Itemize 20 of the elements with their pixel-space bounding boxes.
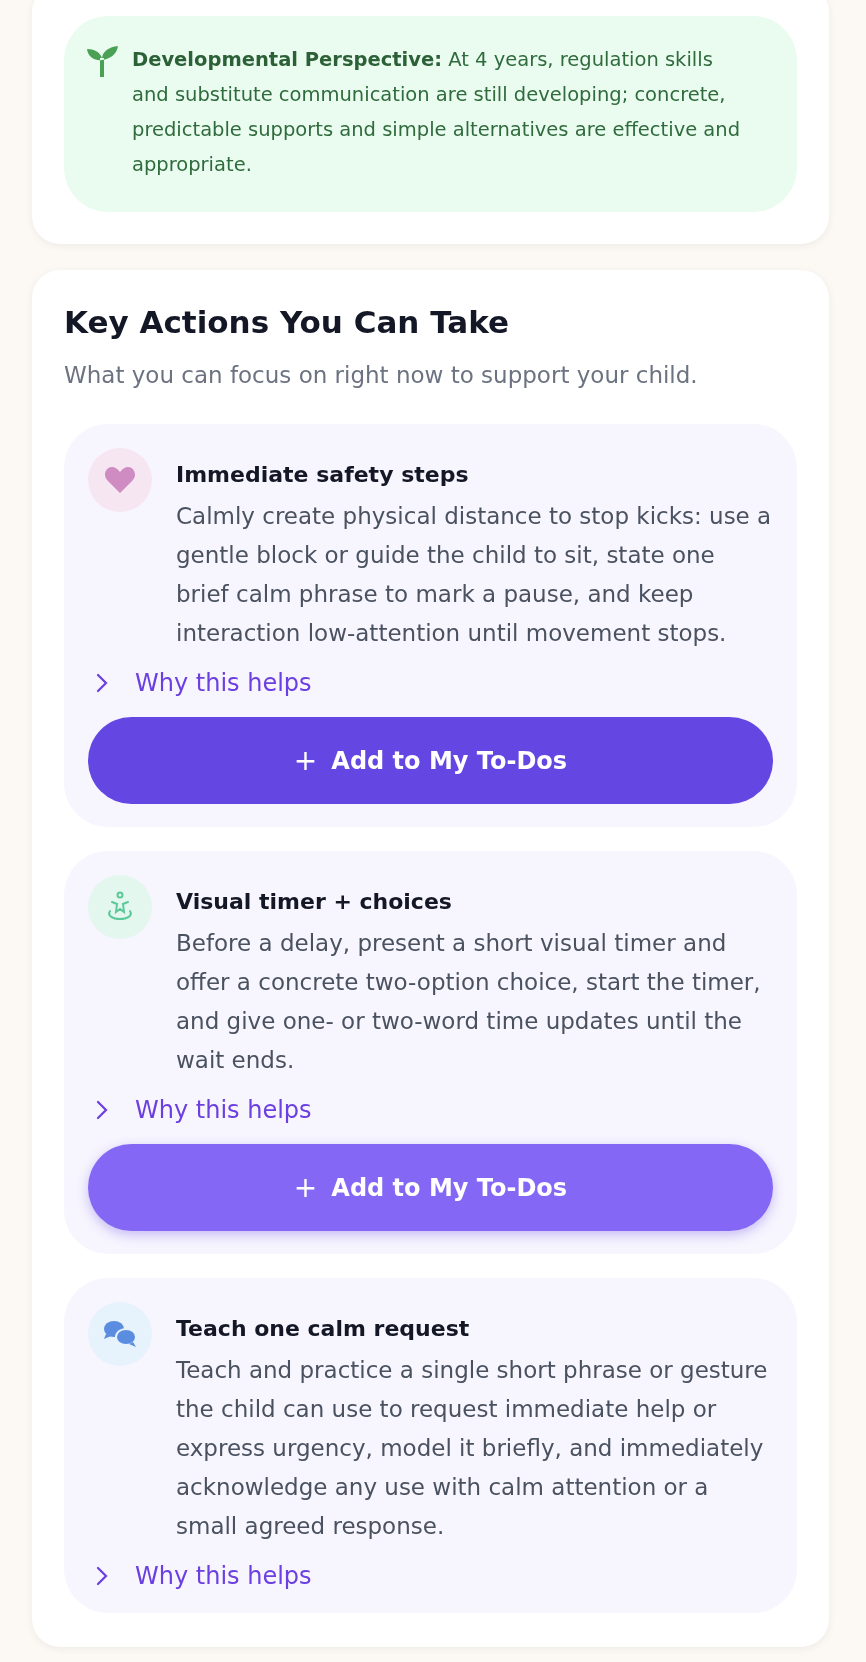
action-description: Calmly create physical distance to stop kicks: use a gentle block or guide the child to sit, state one brief calm phrase to mark a pause, and keep interaction low-attention until movement stops. <box>176 502 773 648</box>
section-title: Key Actions You Can Take <box>64 304 511 340</box>
action-title: Teach one calm request <box>176 1316 471 1341</box>
add-to-todos-button[interactable]: + Add to My To-Dos <box>88 717 773 804</box>
chevron-icon <box>96 673 108 693</box>
action-title: Immediate safety steps <box>176 462 470 487</box>
action-description: Teach and practice a single short phrase or gesture the child can use to request immediate help or express urgency, model it briefly, and immediately acknowledge any use with calm attention or a small agreed response. <box>176 1356 769 1541</box>
sprout-icon <box>86 46 118 78</box>
chevron-icon <box>96 1100 108 1120</box>
chat-bubbles-icon <box>103 1319 137 1349</box>
action-description: Before a delay, present a short visual timer and offer a concrete two-option choice, start the timer, and give one- or two-word time updates until the wait ends. <box>176 929 762 1075</box>
why-this-helps-toggle[interactable]: Why this helps <box>96 669 312 697</box>
perspective-text: Developmental Perspective: At 4 years, regulation skills and substitute communication are still developing; concrete, predictable supports and simple alternatives are effective and appropriate. <box>132 47 742 178</box>
why-this-helps-toggle[interactable]: Why this helps <box>96 1562 312 1590</box>
why-this-helps-toggle[interactable]: Why this helps <box>96 1096 312 1124</box>
chevron-icon <box>96 1566 108 1586</box>
add-to-todos-button[interactable]: + Add to My To-Dos <box>88 1144 773 1231</box>
action-title: Visual timer + choices <box>176 889 453 914</box>
section-subtitle: What you can focus on right now to support your child. <box>64 362 699 388</box>
heart-icon <box>104 466 136 494</box>
